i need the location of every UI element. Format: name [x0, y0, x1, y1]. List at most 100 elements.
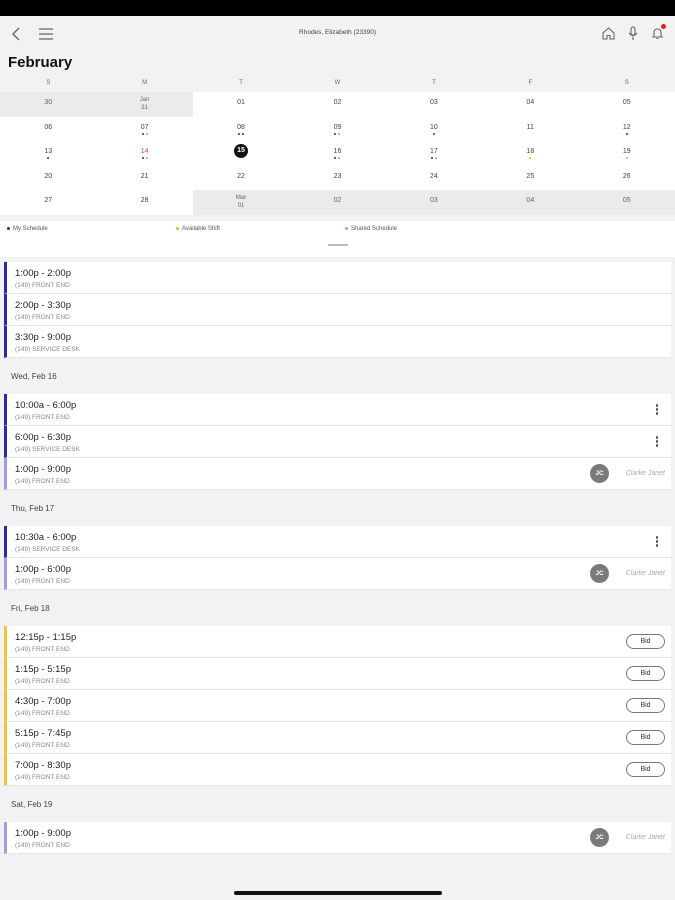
calendar-day[interactable]: 02 [289, 92, 386, 117]
day-label: 09 [333, 123, 342, 131]
shift-card[interactable]: 1:00p - 9:00p (149) FRONT END JC Clarke Jan… [4, 458, 671, 490]
calendar-day[interactable]: 25 [482, 165, 579, 190]
calendar-day[interactable]: 30 [0, 92, 97, 117]
shift-card[interactable]: 5:15p - 7:45p (149) FRONT END Bid [4, 722, 671, 754]
day-number: 02 [289, 92, 385, 106]
calendar-day[interactable]: 07 [96, 116, 193, 141]
calendar-day[interactable]: 04 [482, 92, 579, 117]
date-header: Thu, Feb 17 [11, 504, 55, 513]
shift-card[interactable]: 7:00p - 8:30p (149) FRONT END Bid [4, 754, 671, 786]
calendar-day[interactable]: 03 [385, 190, 483, 215]
day-label: 06 [44, 123, 53, 131]
shift-time: 7:00p - 8:30p [15, 760, 71, 771]
day-label: 04 [526, 99, 535, 106]
event-dots [193, 132, 289, 135]
calendar-day[interactable]: 06 [0, 116, 97, 141]
shift-card[interactable]: 6:00p - 6:30p (149) SERVICE DESK [4, 426, 671, 458]
calendar-day[interactable]: 14 [96, 141, 193, 166]
calendar-day[interactable]: 04 [482, 190, 579, 215]
more-options-icon[interactable] [655, 404, 659, 416]
bid-button[interactable]: Bid [626, 730, 665, 745]
bid-button[interactable]: Bid [626, 666, 665, 681]
shift-card[interactable]: 3:30p - 9:00p (149) SERVICE DESK [4, 326, 671, 358]
shift-time: 1:00p - 9:00p [15, 464, 71, 475]
calendar-day[interactable]: 20 [0, 165, 97, 190]
calendar-day[interactable]: 12 [578, 116, 675, 141]
shift-card[interactable]: 12:15p - 1:15p (149) FRONT END Bid [4, 626, 671, 658]
header: Rhodes, Elizabeth (23390) February S M T W T… [0, 16, 675, 260]
day-number: 03 [386, 190, 482, 204]
calendar-day[interactable]: 22 [192, 165, 290, 190]
home-indicator[interactable] [234, 891, 442, 895]
calendar-day[interactable]: 18 [482, 141, 579, 166]
calendar-day[interactable]: 01 [192, 92, 290, 117]
event-dots [96, 157, 192, 159]
calendar-day[interactable]: 08 [192, 116, 290, 141]
calendar-day[interactable]: 24 [385, 165, 483, 190]
shift-time: 2:00p - 3:30p [15, 300, 71, 311]
day-number: 03 [386, 92, 482, 106]
shift-card[interactable]: 1:00p - 2:00p (149) FRONT END [4, 262, 671, 294]
shift-card[interactable]: 10:00a - 6:00p (149) FRONT END [4, 394, 671, 426]
calendar-day[interactable]: 19 [578, 141, 675, 166]
calendar-day[interactable]: 02 [289, 190, 386, 215]
calendar-day[interactable]: 13 [0, 141, 97, 166]
legend-shared-schedule: Shared Schedule [345, 226, 397, 232]
microphone-button[interactable] [626, 26, 640, 41]
day-number: 02 [289, 190, 385, 204]
more-options-icon[interactable] [655, 536, 659, 548]
calendar-day[interactable]: 11 [482, 116, 579, 141]
calendar-day[interactable]: 17 [385, 141, 483, 166]
bid-button[interactable]: Bid [626, 634, 665, 649]
day-number: 27 [0, 190, 96, 204]
day-label: 12 [622, 123, 631, 131]
calendar-day-today[interactable]: 15 [192, 141, 290, 166]
notifications-button[interactable] [650, 24, 666, 41]
event-dot [334, 157, 337, 159]
calendar-day[interactable]: 10 [385, 116, 483, 141]
day-label: 30 [44, 99, 53, 106]
day-label: 01 [237, 99, 245, 106]
day-number: 14 [96, 141, 192, 155]
shift-time: 1:15p - 5:15p [15, 664, 71, 675]
day-number: 17 [386, 141, 482, 155]
bid-button[interactable]: Bid [626, 762, 665, 777]
shift-card[interactable]: 1:15p - 5:15p (149) FRONT END Bid [4, 658, 671, 690]
calendar-day[interactable]: 09 [289, 116, 386, 141]
calendar-day[interactable]: 21 [96, 165, 193, 190]
event-dots [386, 132, 482, 135]
shift-location: (149) SERVICE DESK [15, 446, 80, 453]
calendar-day[interactable]: 16 [289, 141, 386, 166]
day-number: 12 [579, 117, 675, 131]
shift-card[interactable]: 4:30p - 7:00p (149) FRONT END Bid [4, 690, 671, 722]
home-button[interactable] [601, 26, 616, 41]
shift-card[interactable]: 10:30a - 6:00p (149) SERVICE DESK [4, 526, 671, 558]
day-number: 22 [193, 166, 289, 180]
shift-card[interactable]: 2:00p - 3:30p (149) FRONT END [4, 294, 671, 326]
calendar-day[interactable]: 03 [385, 92, 483, 117]
calendar-week: 30 Jan 31 01 02 03 04 05 [0, 92, 675, 117]
more-options-icon[interactable] [655, 436, 659, 448]
calendar-day[interactable]: 05 [578, 92, 675, 117]
shift-time: 1:00p - 9:00p [15, 828, 71, 839]
drag-handle[interactable] [328, 244, 348, 246]
day-label: 13 [44, 148, 53, 155]
calendar-day[interactable]: 27 [0, 190, 97, 215]
calendar-day[interactable]: 28 [96, 190, 193, 215]
calendar-day[interactable]: Mar 01 [192, 190, 290, 215]
shift-time: 6:00p - 6:30p [15, 432, 71, 443]
day-label: 21 [140, 172, 149, 180]
bid-button[interactable]: Bid [626, 698, 665, 713]
calendar-day[interactable]: 23 [289, 165, 386, 190]
calendar-day[interactable]: Jan 31 [96, 92, 193, 117]
calendar-day[interactable]: 26 [578, 165, 675, 190]
shift-card[interactable]: 1:00p - 9:00p (149) FRONT END JC Clarke Jan… [4, 822, 671, 854]
day-number: 09 [289, 117, 385, 131]
notification-badge [661, 24, 666, 29]
event-dot [432, 132, 435, 135]
day-number: 07 [96, 117, 192, 131]
calendar-day[interactable]: 05 [578, 190, 675, 215]
day-label: 18 [526, 148, 535, 155]
shift-card[interactable]: 1:00p - 6:00p (149) FRONT END JC Clarke Jan… [4, 558, 671, 590]
day-label: 26 [622, 172, 631, 180]
